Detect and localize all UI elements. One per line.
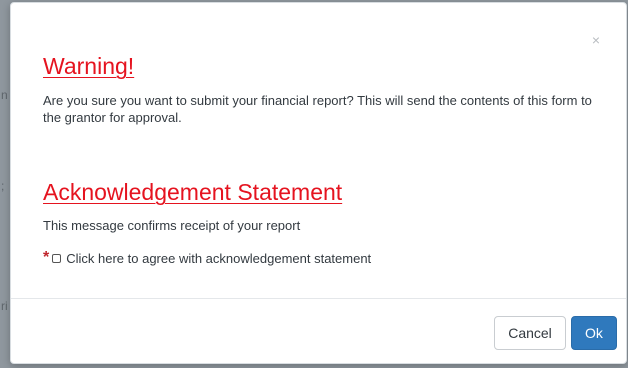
footer-divider bbox=[11, 298, 626, 299]
required-marker: * bbox=[43, 249, 50, 266]
acknowledgement-message: This message confirms receipt of your re… bbox=[43, 218, 301, 233]
warning-heading: Warning! bbox=[43, 53, 135, 79]
background-text-fragment: ri bbox=[1, 299, 8, 313]
background-text-fragment: ; bbox=[1, 179, 5, 193]
agree-checkbox[interactable] bbox=[52, 253, 62, 263]
confirmation-dialog: × Warning! Are you sure you want to subm… bbox=[10, 2, 627, 364]
cancel-button[interactable]: Cancel bbox=[494, 316, 566, 350]
ok-button[interactable]: Ok bbox=[571, 316, 617, 350]
warning-message: Are you sure you want to submit your fin… bbox=[43, 93, 592, 125]
agree-checkbox-row[interactable]: * Click here to agree with acknowledgeme… bbox=[43, 249, 371, 267]
agree-checkbox-label[interactable]: Click here to agree with acknowledgement… bbox=[66, 251, 371, 266]
close-icon[interactable]: × bbox=[592, 33, 600, 47]
background-text-fragment: n bbox=[1, 88, 8, 102]
acknowledgement-heading: Acknowledgement Statement bbox=[43, 179, 343, 205]
